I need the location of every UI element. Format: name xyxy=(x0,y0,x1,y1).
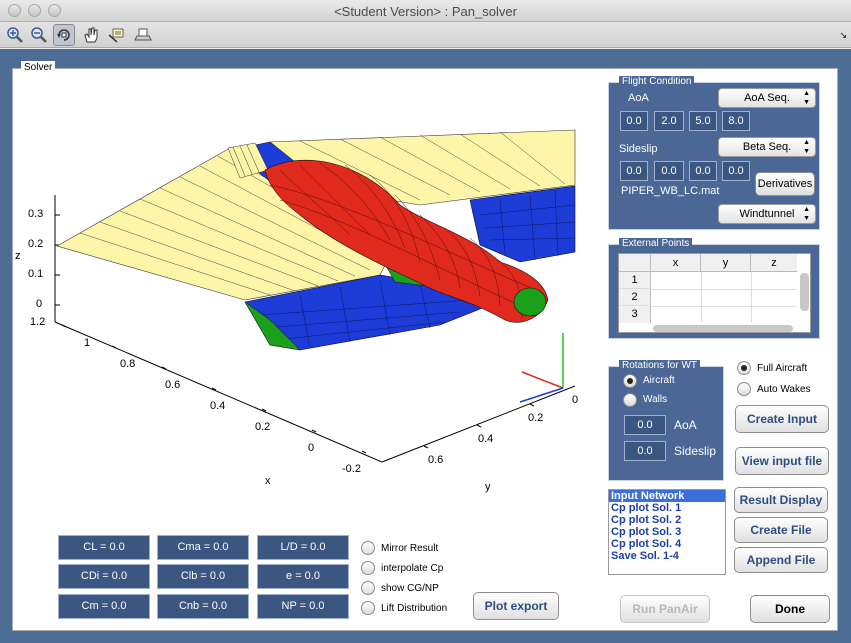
aoa-seq-popup[interactable]: AoA Seq. ▲ ▼ xyxy=(718,88,816,108)
clb-result: Clb = 0.0 xyxy=(157,564,249,589)
append-file-button[interactable]: Append File xyxy=(734,547,828,573)
popup-arrows-icon: ▲ ▼ xyxy=(803,90,810,106)
z-tick: 0.3 xyxy=(28,208,44,220)
rotation-sideslip-field[interactable]: 0.0 xyxy=(624,441,666,461)
rotation-sideslip-label: Sideslip xyxy=(674,444,717,458)
x-tick: 0.2 xyxy=(255,421,271,433)
auto-wakes-radio[interactable] xyxy=(737,382,751,396)
cdi-result: CDi = 0.0 xyxy=(58,564,150,589)
create-input-button[interactable]: Create Input xyxy=(735,405,829,433)
show-cg-np-toggle[interactable] xyxy=(361,581,375,595)
walls-radio-label: Walls xyxy=(643,394,668,405)
flight-condition-title: Flight Condition xyxy=(619,76,695,88)
list-item[interactable]: Input Network xyxy=(609,490,725,502)
windtunnel-popup[interactable]: Windtunnel ▲ ▼ xyxy=(718,204,816,224)
interpolate-cp-label: interpolate Cp xyxy=(381,563,444,574)
mirror-result-toggle[interactable] xyxy=(361,541,375,555)
z-tick: 0 xyxy=(36,298,43,310)
x-tick: 0.6 xyxy=(165,379,181,391)
aoa-value-1[interactable]: 0.0 xyxy=(620,111,648,131)
plot-export-button[interactable]: Plot export xyxy=(473,592,559,620)
external-points-title: External Points xyxy=(619,238,693,250)
aoa-value-3[interactable]: 5.0 xyxy=(689,111,717,131)
list-item[interactable]: Cp plot Sol. 2 xyxy=(609,514,725,526)
external-points-table[interactable]: x y z 1 2 3 xyxy=(618,253,811,333)
cma-result: Cma = 0.0 xyxy=(157,535,249,560)
aircraft-radio[interactable] xyxy=(623,374,637,388)
mirror-result-label: Mirror Result xyxy=(381,543,439,554)
y-tick: 0.6 xyxy=(428,454,444,466)
table-header-x: x xyxy=(651,254,701,272)
y-tick: 0.4 xyxy=(478,433,494,445)
x-tick: -0.2 xyxy=(342,463,361,475)
full-aircraft-radio[interactable] xyxy=(737,361,751,375)
aoa-label: AoA xyxy=(628,92,649,104)
z-tick: 0.1 xyxy=(28,268,44,280)
x-tick: 0.8 xyxy=(120,358,136,370)
cnb-result: Cnb = 0.0 xyxy=(157,594,249,619)
table-corner xyxy=(619,254,651,272)
cl-result: CL = 0.0 xyxy=(58,535,150,560)
aoa-value-4[interactable]: 8.0 xyxy=(722,111,750,131)
table-header-y: y xyxy=(701,254,751,272)
x-tick: 1 xyxy=(84,337,91,349)
cm-result: Cm = 0.0 xyxy=(58,594,150,619)
e-result: e = 0.0 xyxy=(257,564,349,589)
show-cg-np-label: show CG/NP xyxy=(381,583,439,594)
mat-filename: PIPER_WB_LC.mat xyxy=(621,185,720,197)
x-axis-label: x xyxy=(265,475,271,487)
lift-distribution-label: Lift Distribution xyxy=(381,603,448,614)
aoa-value-2[interactable]: 2.0 xyxy=(654,111,684,131)
rotation-aoa-label: AoA xyxy=(674,418,697,432)
list-item[interactable]: Cp plot Sol. 4 xyxy=(609,538,725,550)
table-row-header: 2 xyxy=(619,289,651,306)
run-panair-button[interactable]: Run PanAir xyxy=(620,595,710,623)
x-tick: 1.2 xyxy=(30,316,46,328)
beta-seq-popup[interactable]: Beta Seq. ▲ ▼ xyxy=(718,137,816,157)
interpolate-cp-toggle[interactable] xyxy=(361,561,375,575)
y-axis-label: y xyxy=(485,481,491,493)
list-item[interactable]: Cp plot Sol. 1 xyxy=(609,502,725,514)
popup-arrows-icon: ▲ ▼ xyxy=(803,206,810,222)
rotations-title: Rotations for WT xyxy=(619,360,701,372)
y-tick: 0 xyxy=(572,394,579,406)
y-tick: 0.2 xyxy=(528,412,544,424)
table-header-z: z xyxy=(751,254,797,272)
beta-value-2[interactable]: 0.0 xyxy=(654,161,684,181)
table-row-header: 3 xyxy=(619,306,651,323)
solution-listbox[interactable]: Input Network Cp plot Sol. 1 Cp plot Sol… xyxy=(608,489,726,575)
table-row-header: 1 xyxy=(619,272,651,289)
beta-value-3[interactable]: 0.0 xyxy=(689,161,717,181)
popup-arrows-icon: ▲ ▼ xyxy=(803,139,810,155)
z-tick: 0.2 xyxy=(28,238,44,250)
create-file-button[interactable]: Create File xyxy=(734,517,828,543)
beta-value-4[interactable]: 0.0 xyxy=(722,161,750,181)
lift-distribution-toggle[interactable] xyxy=(361,601,375,615)
x-tick: 0.4 xyxy=(210,400,226,412)
x-tick: 0 xyxy=(308,442,315,454)
derivatives-button[interactable]: Derivatives xyxy=(755,172,815,196)
horizontal-scrollbar[interactable] xyxy=(653,325,793,332)
aircraft-radio-label: Aircraft xyxy=(643,375,675,386)
vertical-scrollbar[interactable] xyxy=(800,273,809,311)
np-result: NP = 0.0 xyxy=(257,594,349,619)
beta-value-1[interactable]: 0.0 xyxy=(620,161,648,181)
list-item[interactable]: Cp plot Sol. 3 xyxy=(609,526,725,538)
z-axis-label: z xyxy=(15,250,21,262)
sideslip-label: Sideslip xyxy=(619,143,658,155)
ld-result: L/D = 0.0 xyxy=(257,535,349,560)
rotation-aoa-field[interactable]: 0.0 xyxy=(624,415,666,435)
full-aircraft-label: Full Aircraft xyxy=(757,363,808,374)
view-input-file-button[interactable]: View input file xyxy=(735,447,829,475)
done-button[interactable]: Done xyxy=(750,595,830,623)
walls-radio[interactable] xyxy=(623,393,637,407)
list-item[interactable]: Save Sol. 1-4 xyxy=(609,550,725,562)
result-display-button[interactable]: Result Display xyxy=(734,487,828,513)
auto-wakes-label: Auto Wakes xyxy=(757,384,811,395)
